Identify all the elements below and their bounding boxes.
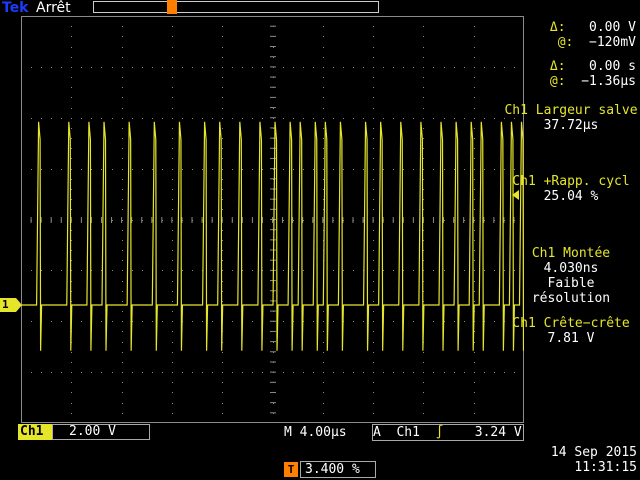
trigger-mode: A bbox=[373, 425, 381, 440]
measurement-rise-time: Ch1 Montée 4.030ns Faible résolution bbox=[504, 246, 638, 306]
run-state-label: Arrêt bbox=[36, 0, 71, 16]
cursor-time-readout: Δ: 0.00 s @: −1.36µs bbox=[550, 59, 636, 89]
timebase-value: 4.00µs bbox=[299, 425, 347, 440]
trigger-position-value[interactable]: 3.400 % bbox=[300, 461, 376, 478]
ch1-vertical-scale[interactable]: 2.00 V bbox=[52, 424, 150, 440]
ch1-indicator[interactable]: Ch1 bbox=[18, 424, 52, 440]
measurement-label: Ch1 +Rapp. cycl bbox=[512, 174, 630, 189]
trigger-source: Ch1 bbox=[396, 425, 420, 440]
time-label: 11:31:15 bbox=[574, 460, 637, 475]
measurement-duty-cycle: Ch1 +Rapp. cycl 25.04 % bbox=[504, 174, 638, 204]
at-symbol: @: bbox=[549, 74, 566, 89]
cursor-voltage-readout: Δ: 0.00 V @: −120mV bbox=[550, 20, 636, 50]
measurement-note: Faible bbox=[547, 276, 595, 291]
measurement-label: Ch1 Montée bbox=[531, 246, 611, 261]
graticule bbox=[21, 16, 524, 414]
ch1-waveform-trace bbox=[21, 121, 524, 351]
timebase-prefix: M bbox=[284, 425, 292, 440]
delta-symbol: Δ: bbox=[549, 59, 566, 74]
cursor-time-at: −1.36µs bbox=[581, 74, 636, 89]
trigger-readout[interactable]: A Ch1 ∫ 3.24 V bbox=[372, 424, 524, 441]
brand-logo: Tek bbox=[2, 0, 29, 16]
record-view-bar bbox=[93, 1, 379, 13]
datetime: 14 Sep 2015 11:31:15 bbox=[551, 445, 637, 475]
timebase-readout[interactable]: M 4.00µs bbox=[284, 425, 347, 440]
cursor-voltage-at: −120mV bbox=[589, 35, 636, 50]
delta-symbol: Δ: bbox=[549, 20, 566, 35]
record-window-indicator bbox=[167, 0, 177, 14]
cursor-time-delta: 0.00 s bbox=[589, 59, 636, 74]
ch1-ground-marker-icon[interactable]: 1 bbox=[0, 298, 22, 312]
measurement-value: 7.81 V bbox=[547, 331, 595, 346]
cursor-voltage-delta: 0.00 V bbox=[589, 20, 636, 35]
measurement-label: Ch1 Largeur salve bbox=[504, 103, 638, 118]
date-label: 14 Sep 2015 bbox=[550, 445, 637, 460]
measurement-value: 25.04 % bbox=[543, 189, 599, 204]
measurement-peak-to-peak: Ch1 Crête−crête 7.81 V bbox=[504, 316, 638, 346]
trigger-level: 3.24 V bbox=[474, 425, 522, 440]
measurement-burst-width: Ch1 Largeur salve 37.72µs bbox=[504, 103, 638, 133]
measurement-value: 37.72µs bbox=[543, 118, 599, 133]
rising-edge-icon: ∫ bbox=[435, 425, 444, 440]
trigger-position-icon: T bbox=[284, 462, 298, 477]
at-symbol: @: bbox=[557, 35, 574, 50]
measurement-note: résolution bbox=[531, 291, 611, 306]
measurement-label: Ch1 Crête−crête bbox=[512, 316, 630, 331]
measurement-value: 4.030ns bbox=[543, 261, 599, 276]
